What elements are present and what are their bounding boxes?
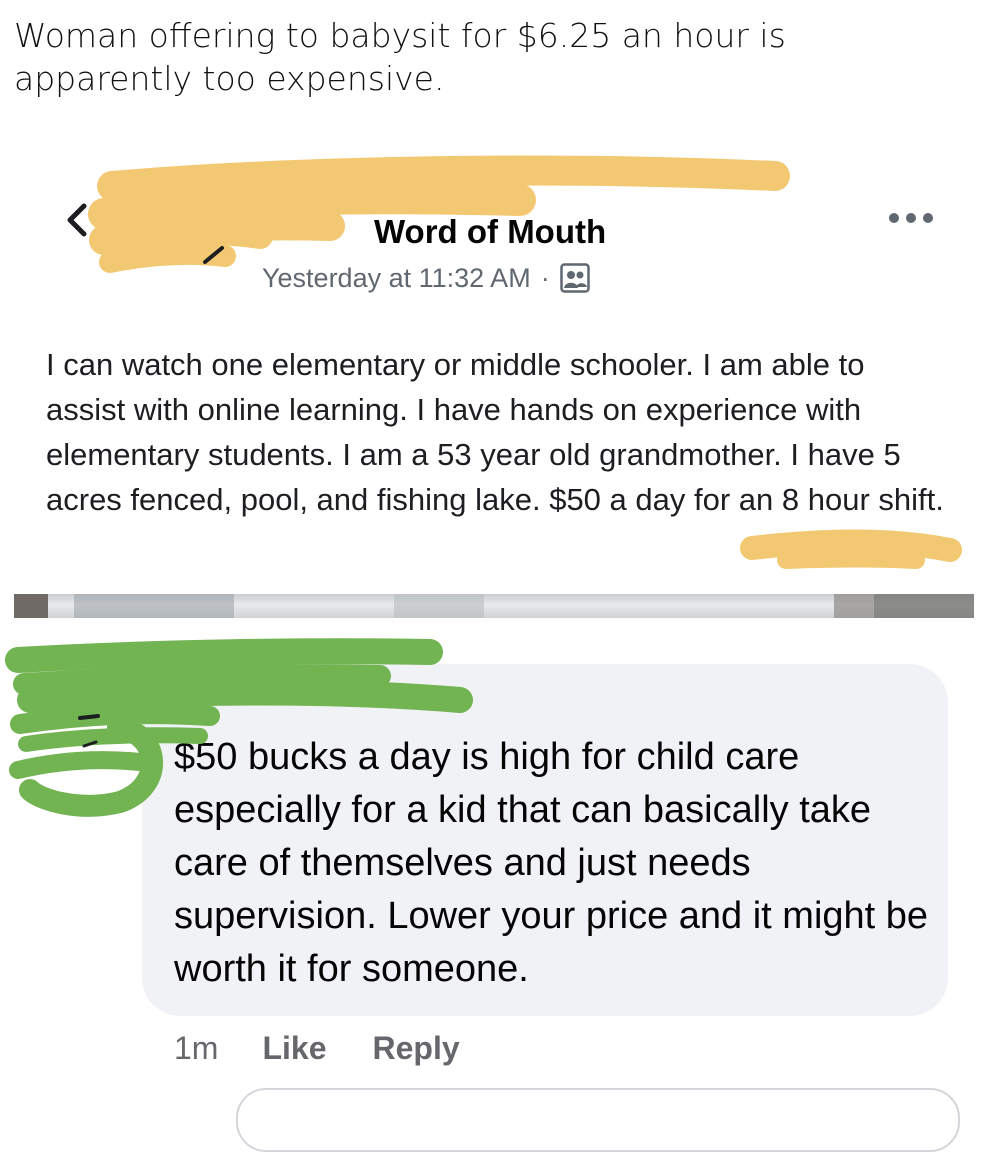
post-timestamp[interactable]: Yesterday at 11:32 AM bbox=[262, 263, 531, 294]
comment-actions: 1m Like Reply bbox=[174, 1026, 460, 1070]
reply-button[interactable]: Reply bbox=[372, 1030, 459, 1067]
chevron-left-icon[interactable] bbox=[58, 200, 98, 240]
scribble-edge-mark bbox=[78, 714, 100, 720]
more-options-icon[interactable] bbox=[886, 208, 936, 228]
scribble-edge-mark bbox=[82, 740, 98, 748]
post-body-text: I can watch one elementary or middle sch… bbox=[46, 347, 944, 517]
reply-input[interactable] bbox=[236, 1088, 960, 1152]
attached-image-preview[interactable] bbox=[14, 594, 974, 618]
group-name-link[interactable]: Word of Mouth bbox=[374, 212, 606, 252]
comment-text: $50 bucks a day is high for child care e… bbox=[174, 736, 929, 990]
comment-time[interactable]: 1m bbox=[174, 1030, 218, 1067]
like-button[interactable]: Like bbox=[262, 1030, 326, 1067]
meta-separator: · bbox=[540, 262, 550, 293]
post-meta: Yesterday at 11:32 AM · bbox=[262, 258, 590, 298]
scribble-edge-mark bbox=[203, 246, 224, 264]
orange-post-redaction bbox=[740, 529, 962, 569]
group-members-icon bbox=[559, 263, 590, 293]
caption-text: Woman offering to babysit for $6.25 an h… bbox=[14, 16, 786, 98]
